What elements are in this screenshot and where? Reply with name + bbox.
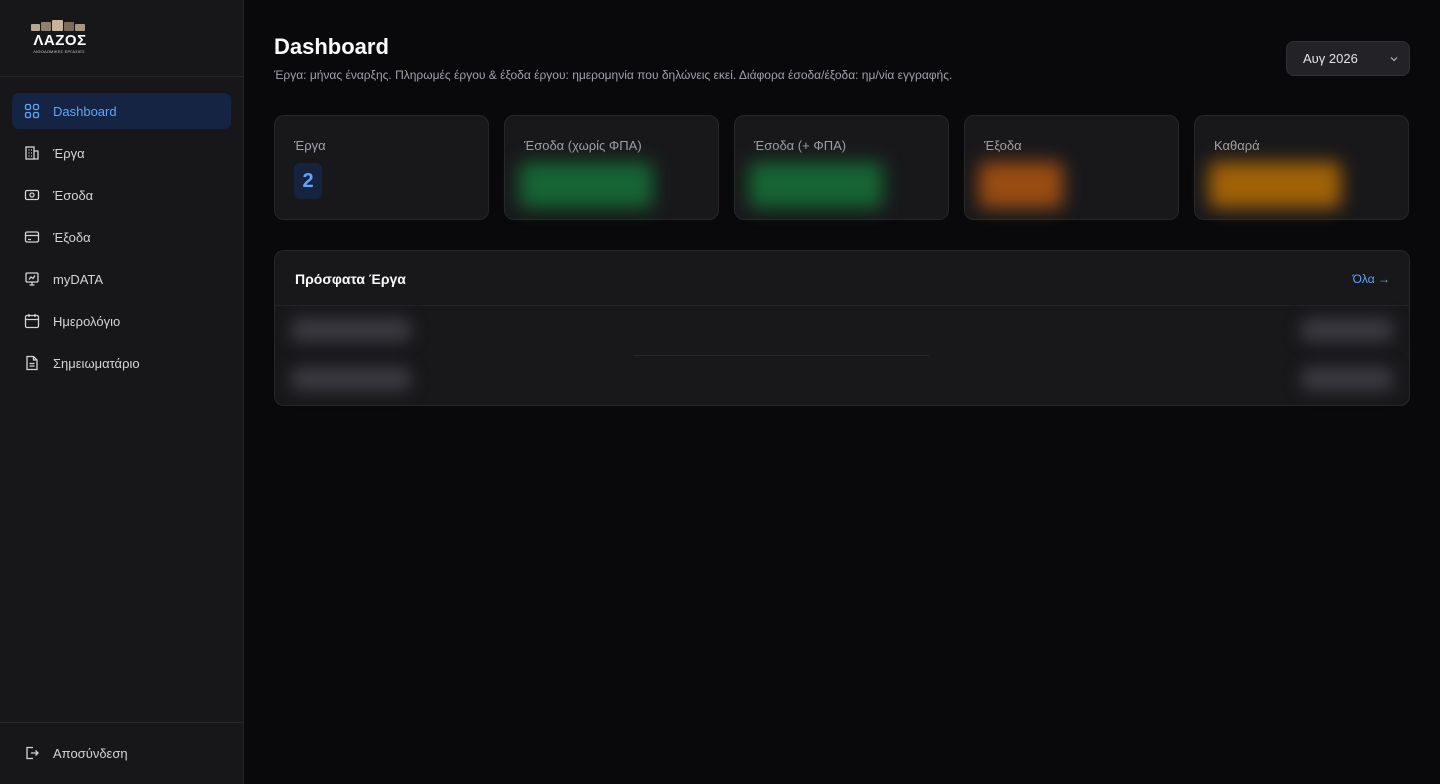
sidebar-item-calendar[interactable]: Ημερολόγιο (12, 303, 231, 339)
stat-card-income-gross: Έσοδα (+ ΦΠΑ) (734, 115, 949, 220)
sidebar-item-label: Ημερολόγιο (53, 313, 121, 329)
project-name-blurred (291, 318, 411, 342)
stat-card-projects: Έργα 2 (274, 115, 489, 220)
sidebar-divider (0, 722, 244, 723)
page-title: Dashboard (274, 34, 389, 59)
project-row[interactable] (275, 355, 1409, 405)
logout-icon (24, 745, 40, 761)
sidebar-divider (0, 76, 244, 77)
sidebar-item-label: Σημειωματάριο (53, 355, 140, 371)
sidebar-item-dashboard[interactable]: Dashboard (12, 93, 231, 129)
presentation-icon (24, 271, 40, 287)
sidebar-item-expenses[interactable]: Έξοδα (12, 219, 231, 255)
sidebar-item-label: Έσοδα (53, 187, 94, 203)
sidebar-item-label: Έργα (53, 145, 85, 161)
stat-value: 2 (294, 163, 322, 199)
sidebar: ΛΑΖΟΣ ΛΙΘΟΔΟΜΙΚΕΣ ΕΡΓΑΣΙΕΣ Dashboard Έργ… (0, 0, 244, 784)
chevron-down-icon (1390, 57, 1398, 62)
stat-label: Καθαρά (1214, 138, 1260, 153)
building-icon (24, 145, 40, 161)
sidebar-nav: Dashboard Έργα Έσοδα Έξοδα myDATA Ημερολ… (12, 93, 231, 387)
project-amount-blurred (1301, 318, 1393, 342)
stat-card-net: Καθαρά (1194, 115, 1409, 220)
sidebar-item-label: myDATA (53, 271, 104, 287)
cash-icon (24, 187, 40, 203)
stat-label: Έργα (294, 138, 326, 153)
sidebar-item-label: Dashboard (53, 103, 117, 119)
brand-tagline: ΛΙΘΟΔΟΜΙΚΕΣ ΕΡΓΑΣΙΕΣ (33, 49, 85, 54)
sidebar-item-income[interactable]: Έσοδα (12, 177, 231, 213)
main-content: Dashboard Έργα: μήνας έναρξης. Πληρωμές … (245, 0, 1440, 784)
stats-cards: Έργα 2 Έσοδα (χωρίς ΦΠΑ) Έσοδα (+ ΦΠΑ) Έ… (274, 115, 1410, 220)
credit-card-icon (24, 229, 40, 245)
sidebar-item-notebook[interactable]: Σημειωματάριο (12, 345, 231, 381)
calendar-icon (24, 313, 40, 329)
brand-name: ΛΑΖΟΣ (33, 32, 87, 49)
document-icon (24, 355, 40, 371)
sidebar-item-label: Έξοδα (53, 229, 91, 245)
recent-projects-panel: Πρόσφατα Έργα Όλα → (274, 250, 1410, 406)
stat-value-blurred (749, 162, 883, 208)
stat-card-expenses: Έξοδα (964, 115, 1179, 220)
sidebar-item-projects[interactable]: Έργα (12, 135, 231, 171)
row-divider (633, 355, 929, 356)
stat-value-blurred (1209, 162, 1341, 208)
logo-stones-icon (31, 20, 85, 31)
logout-button[interactable]: Αποσύνδεση (12, 735, 231, 771)
logout-area: Αποσύνδεση (12, 735, 231, 777)
month-select-value: Αυγ 2026 (1303, 51, 1358, 66)
stat-value-blurred (979, 162, 1063, 208)
project-amount-blurred (1301, 367, 1393, 391)
brand-logo[interactable]: ΛΑΖΟΣ ΛΙΘΟΔΟΜΙΚΕΣ ΕΡΓΑΣΙΕΣ (26, 20, 92, 56)
recent-projects-title: Πρόσφατα Έργα (295, 271, 406, 287)
stat-label: Έξοδα (984, 138, 1022, 153)
sidebar-item-mydata[interactable]: myDATA (12, 261, 231, 297)
project-row[interactable] (275, 306, 1409, 356)
dashboard-grid-icon (24, 103, 40, 119)
month-select[interactable]: Αυγ 2026 (1286, 41, 1410, 76)
view-all-link[interactable]: Όλα → (1353, 272, 1390, 286)
logout-label: Αποσύνδεση (53, 745, 128, 761)
stat-card-income-net: Έσοδα (χωρίς ΦΠΑ) (504, 115, 719, 220)
stat-label: Έσοδα (χωρίς ΦΠΑ) (524, 138, 642, 153)
stat-label: Έσοδα (+ ΦΠΑ) (754, 138, 847, 153)
page-subtitle: Έργα: μήνας έναρξης. Πληρωμές έργου & έξ… (274, 68, 953, 82)
stat-value-blurred (519, 162, 653, 208)
project-name-blurred (291, 367, 411, 391)
